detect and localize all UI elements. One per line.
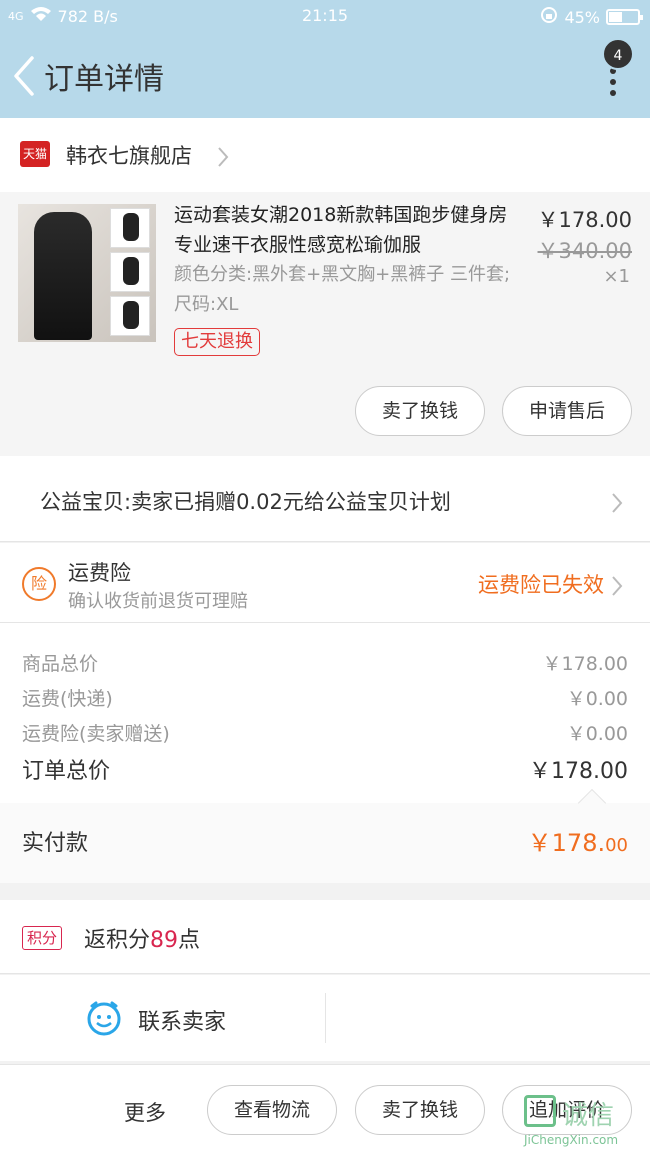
contact-seller-button[interactable]: 联系卖家 [138, 1004, 226, 1036]
product-sku: 颜色分类:黑外套+黑文胸+黑裤子 三件套;尺码:XL [174, 264, 511, 315]
view-logistics-button[interactable]: 查看物流 [207, 1085, 337, 1135]
chat-smile-icon[interactable] [86, 1000, 122, 1036]
paid-label: 实付款 [22, 831, 89, 856]
summary-label: 运费(快递) [22, 688, 113, 710]
divider [325, 993, 326, 1043]
sell-button[interactable]: 卖了换钱 [355, 386, 485, 436]
battery-percent: 45% [564, 7, 600, 27]
insurance-title: 运费险 [68, 561, 131, 585]
watermark-logo: 诚信 JiChengXin.com [524, 1095, 644, 1149]
battery-icon [606, 9, 643, 25]
insurance-icon: 险 [22, 567, 56, 601]
rotation-lock-icon [540, 6, 558, 28]
shop-row[interactable]: 天猫 韩衣七旗舰店 [0, 118, 650, 192]
order-total-label: 订单总价 [22, 759, 111, 784]
shipping-insurance-row[interactable]: 险 运费险 确认收货前退货可理赔 运费险已失效 [0, 543, 650, 623]
points-row: 积分 返积分89点 [0, 900, 650, 974]
after-sale-button[interactable]: 申请售后 [502, 386, 632, 436]
product-price: ￥178.00 [537, 208, 632, 232]
more-button[interactable]: 更多 [124, 1097, 166, 1127]
page-title: 订单详情 [44, 62, 164, 97]
status-bar: 4G 782 B/s 21:15 45% [0, 0, 650, 32]
product-thumbnail[interactable] [18, 204, 156, 342]
message-count-badge[interactable]: 4 [602, 38, 634, 70]
price-summary: 商品总价 ￥178.00 运费(快递) ￥0.00 运费险(卖家赠送) ￥0.0… [0, 623, 650, 803]
summary-value: ￥0.00 [566, 688, 628, 710]
chevron-right-icon [610, 492, 624, 518]
chevron-right-icon [610, 575, 624, 601]
insurance-status: 运费险已失效 [478, 573, 604, 597]
summary-row-goods: 商品总价 ￥178.00 [22, 649, 628, 676]
more-menu-icon[interactable] [606, 68, 620, 98]
points-text: 返积分89点 [84, 928, 201, 953]
tmall-logo: 天猫 [20, 141, 50, 167]
paid-amount-row: 实付款 ￥178.00 [0, 788, 650, 883]
summary-value: ￥0.00 [566, 723, 628, 745]
order-total-value: ￥178.00 [529, 759, 628, 784]
insurance-subtitle: 确认收货前退货可理赔 [68, 591, 248, 612]
chevron-right-icon [216, 146, 230, 172]
summary-row-insurance: 运费险(卖家赠送) ￥0.00 [22, 719, 628, 746]
charity-text: 公益宝贝:卖家已捐赠0.02元给公益宝贝计划 [40, 490, 451, 514]
original-price: ￥340.00 [537, 239, 632, 263]
summary-label: 运费险(卖家赠送) [22, 723, 170, 745]
order-item: 运动套装女潮2018新款韩国跑步健身房专业速干衣服性感宽松瑜伽服 颜色分类:黑外… [0, 192, 650, 456]
summary-value: ￥178.00 [542, 653, 628, 675]
product-title[interactable]: 运动套装女潮2018新款韩国跑步健身房专业速干衣服性感宽松瑜伽服 [174, 200, 514, 260]
sell-button[interactable]: 卖了换钱 [355, 1085, 485, 1135]
summary-row-shipping: 运费(快递) ￥0.00 [22, 684, 628, 711]
shop-name[interactable]: 韩衣七旗舰店 [66, 140, 192, 170]
back-icon[interactable] [10, 54, 40, 98]
paid-value: ￥178.00 [527, 829, 628, 857]
summary-row-total: 订单总价 ￥178.00 [22, 753, 628, 785]
charity-row[interactable]: 公益宝贝:卖家已捐赠0.02元给公益宝贝计划 [0, 456, 650, 542]
summary-label: 商品总价 [22, 653, 99, 675]
points-value: 89 [150, 928, 179, 953]
points-tag: 积分 [22, 926, 63, 950]
nav-bar: 订单详情 4 [0, 32, 650, 118]
return-policy-tag: 七天退换 [174, 328, 260, 356]
contact-seller-row: 联系卖家 [0, 975, 650, 1061]
product-quantity: ×1 [603, 266, 630, 287]
